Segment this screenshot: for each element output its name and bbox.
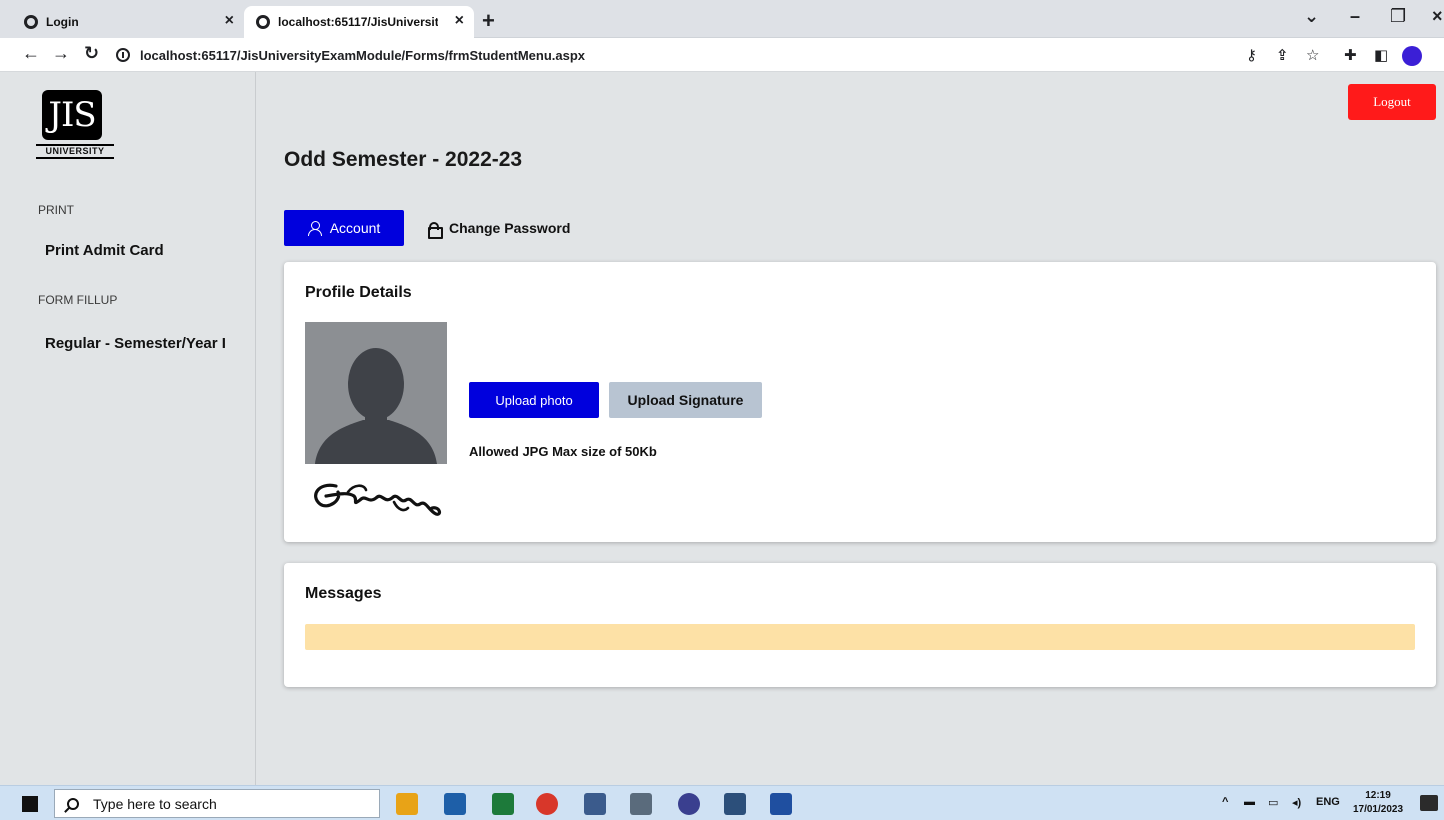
app-area: JIS UNIVERSITY PRINT Print Admit Card FO… <box>0 72 1444 785</box>
messages-card: Messages <box>284 563 1436 687</box>
reload-icon[interactable]: ↻ <box>84 43 99 64</box>
forward-icon[interactable]: → <box>52 43 70 64</box>
close-tab-icon[interactable]: × <box>455 12 464 30</box>
volume-icon[interactable]: ◂) <box>1292 796 1301 809</box>
browser-tab-strip: Login × localhost:65117/JisUniversityExa… <box>0 0 1444 38</box>
globe-icon <box>24 15 38 29</box>
tab-change-password-label: Change Password <box>449 220 571 236</box>
url-text: localhost:65117/JisUniversityExamModule/… <box>140 47 586 63</box>
share-icon[interactable]: ⇪ <box>1276 46 1289 64</box>
user-icon <box>307 221 322 236</box>
chrome-icon[interactable] <box>536 793 558 815</box>
bookmark-star-icon[interactable]: ☆ <box>1306 46 1319 64</box>
browser-tab-login[interactable]: Login × <box>0 6 244 38</box>
tab-title: localhost:65117/JisUniversityExar <box>278 15 438 29</box>
close-window-icon[interactable]: × <box>1432 6 1443 27</box>
taskbar-clock[interactable]: 12:19 17/01/2023 <box>1348 789 1408 817</box>
address-bar: ← → ↻ localhost:65117/JisUniversityExamM… <box>0 38 1444 72</box>
profile-details-card: Profile Details Upload photo Upload Sign… <box>284 262 1436 542</box>
university-logo: JIS UNIVERSITY <box>36 90 116 164</box>
taskbar-search-box[interactable]: Type here to search <box>54 789 380 818</box>
tab-account[interactable]: Account <box>284 210 404 246</box>
notification-icon[interactable] <box>1420 795 1438 811</box>
sidebar-item-regular-semester[interactable]: Regular - Semester/Year I <box>45 335 226 352</box>
logo-mark: JIS <box>42 90 102 140</box>
terminal-app-icon[interactable] <box>724 793 746 815</box>
network-icon[interactable]: ▭ <box>1268 796 1278 809</box>
tab-account-label: Account <box>329 220 381 236</box>
signature-image <box>314 483 442 516</box>
maximize-icon[interactable]: ❐ <box>1390 6 1406 27</box>
minimize-icon[interactable]: – <box>1350 6 1360 27</box>
new-tab-icon[interactable]: + <box>482 8 495 34</box>
taskbar-search-placeholder: Type here to search <box>93 795 217 812</box>
back-icon[interactable]: ← <box>22 43 40 64</box>
windows-taskbar: Type here to search ^ ▬ ▭ ◂) ENG 12:19 1… <box>0 785 1444 820</box>
site-info-icon[interactable] <box>116 48 130 62</box>
tool-icon[interactable] <box>584 793 606 815</box>
profile-photo-placeholder <box>305 322 447 464</box>
clock-time: 12:19 <box>1365 790 1391 801</box>
language-indicator[interactable]: ENG <box>1316 796 1340 808</box>
upload-hint-text: Allowed JPG Max size of 50Kb <box>469 444 657 459</box>
browser-tab-active[interactable]: localhost:65117/JisUniversityExar × <box>244 6 474 38</box>
sidebar-section-print: PRINT <box>38 203 74 217</box>
sidebar-section-form-fillup: FORM FILLUP <box>38 293 118 307</box>
upload-photo-button[interactable]: Upload photo <box>469 382 599 418</box>
network-tool-icon[interactable] <box>630 793 652 815</box>
messages-title: Messages <box>305 585 382 602</box>
tab-title: Login <box>46 15 79 29</box>
logo-subtext: UNIVERSITY <box>36 144 114 159</box>
search-icon <box>67 797 79 810</box>
windows-start-icon[interactable] <box>22 796 38 812</box>
infinity-app-icon[interactable] <box>678 793 700 815</box>
side-panel-icon[interactable]: ◧ <box>1374 46 1388 64</box>
person-silhouette-icon <box>315 348 437 464</box>
url-field[interactable]: localhost:65117/JisUniversityExamModule/… <box>116 42 1226 68</box>
file-explorer-icon[interactable] <box>396 793 418 815</box>
tray-chevron-icon[interactable]: ^ <box>1222 796 1228 808</box>
battery-icon[interactable]: ▬ <box>1244 796 1255 808</box>
mail-icon[interactable] <box>444 793 466 815</box>
tab-change-password[interactable]: Change Password <box>428 210 570 246</box>
main-content: Logout Odd Semester - 2022-23 Account Ch… <box>256 72 1444 785</box>
sidebar-item-print-admit-card[interactable]: Print Admit Card <box>45 242 164 259</box>
clock-date: 17/01/2023 <box>1352 804 1404 815</box>
sidebar: JIS UNIVERSITY PRINT Print Admit Card FO… <box>10 72 256 785</box>
message-alert-bar <box>305 624 1415 650</box>
close-tab-icon[interactable]: × <box>225 12 234 30</box>
globe-icon <box>256 15 270 29</box>
logout-button[interactable]: Logout <box>1348 84 1436 120</box>
visual-studio-icon[interactable] <box>770 793 792 815</box>
profile-avatar[interactable] <box>1402 46 1422 66</box>
lock-icon <box>428 221 443 239</box>
page-title: Odd Semester - 2022-23 <box>284 148 523 171</box>
profile-details-title: Profile Details <box>305 284 412 301</box>
tab-search-chevron-icon[interactable]: ⌄ <box>1304 6 1319 27</box>
upload-signature-button[interactable]: Upload Signature <box>609 382 762 418</box>
extensions-icon[interactable]: ✚ <box>1344 46 1357 64</box>
excel-icon[interactable] <box>492 793 514 815</box>
key-icon[interactable]: ⚷ <box>1246 46 1257 64</box>
